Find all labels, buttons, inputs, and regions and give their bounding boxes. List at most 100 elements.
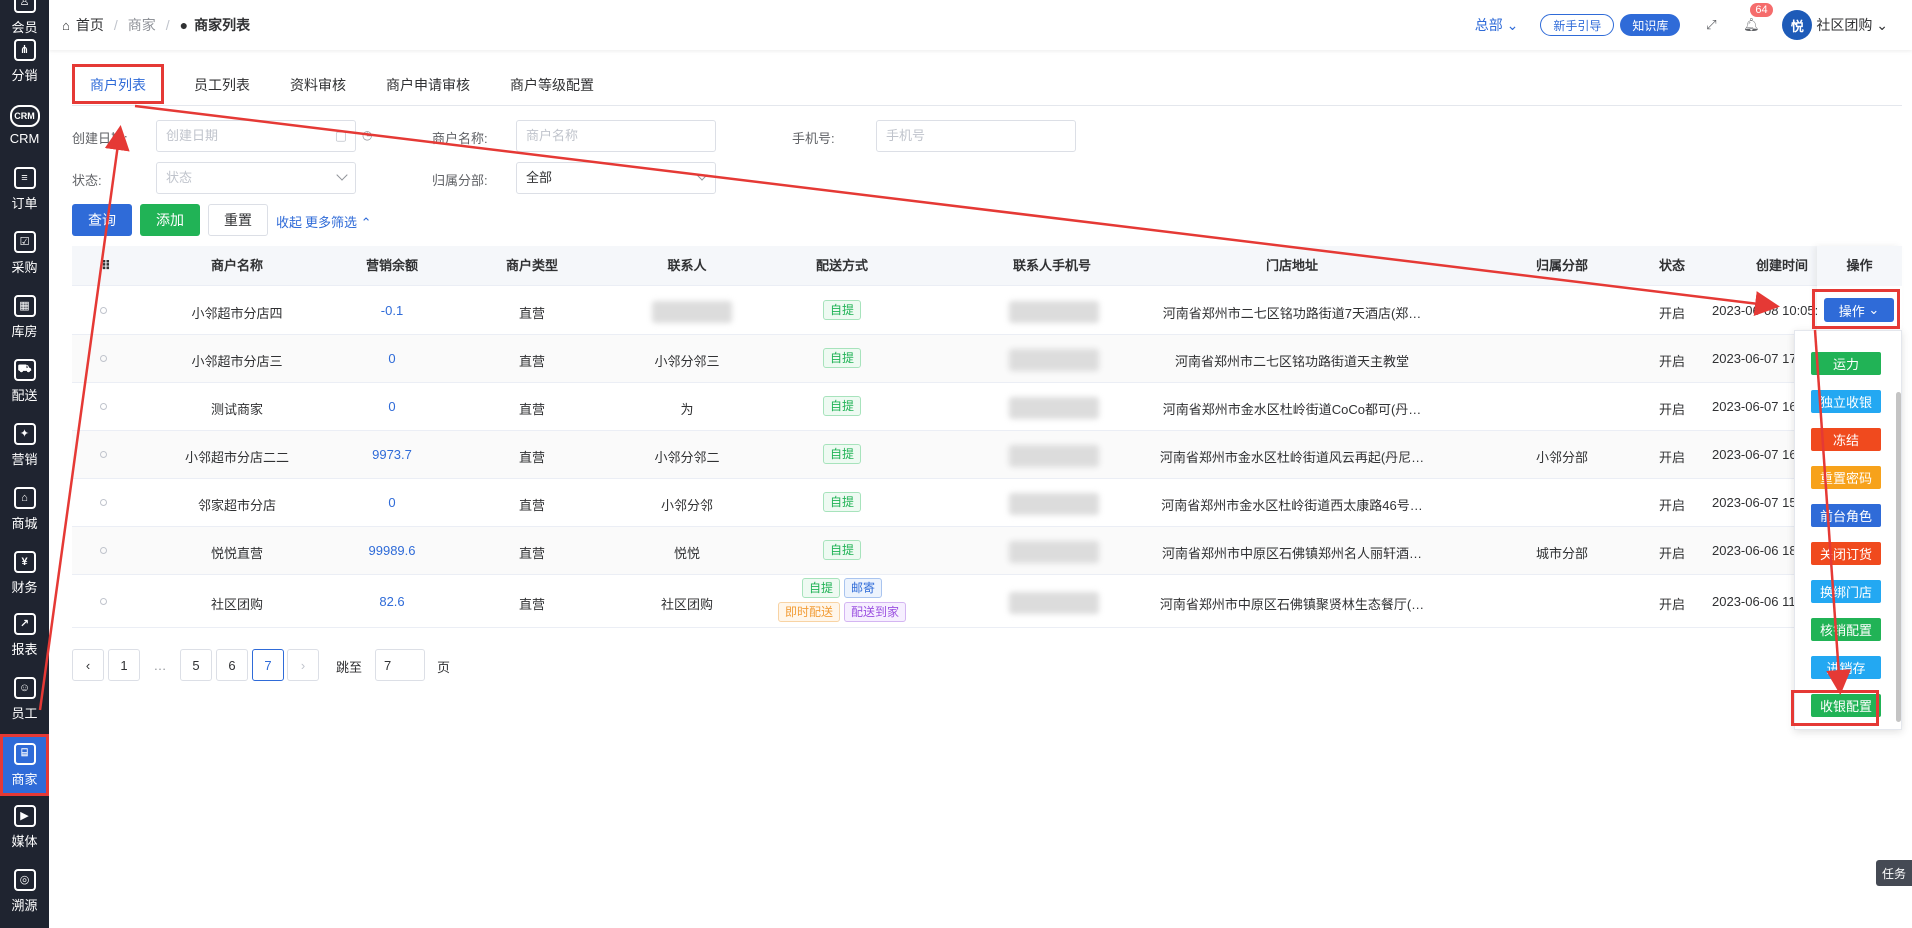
menu-scrollbar[interactable] xyxy=(1896,392,1901,722)
user-menu[interactable]: 社区团购 ⌄ xyxy=(1816,15,1888,35)
sidebar-item-7[interactable]: ✦ 营销 xyxy=(0,414,49,476)
op-menu-item-5[interactable]: 关闭订货 xyxy=(1811,542,1881,565)
tab-info-review[interactable]: 资料审核 xyxy=(270,64,366,104)
cell-type: 直营 xyxy=(518,450,545,465)
user-circle-icon: ● xyxy=(179,17,189,33)
branch-label: 归属分部: xyxy=(432,173,488,188)
reset-button[interactable]: 重置 xyxy=(208,204,268,236)
table-row[interactable]: 小邻超市分店三 0 直营 小邻分邻三 自提 河南省郑州市二七区铭功路街道天主教堂 开启 202… xyxy=(72,335,1902,383)
sidebar-item-9[interactable]: ¥ 财务 xyxy=(0,542,49,604)
cell-merchant-name: 邻家超市分店 xyxy=(197,498,276,513)
avatar[interactable]: 悦 xyxy=(1782,10,1813,40)
page-4[interactable]: 7 xyxy=(252,649,284,681)
purchase-icon: ☑ xyxy=(13,230,36,253)
sidebar-item-12[interactable]: ⌸ 商家 xyxy=(0,734,49,796)
breadcrumb-home[interactable]: 首页 xyxy=(76,15,104,35)
hq-dropdown[interactable]: 总部 ⌄ xyxy=(1475,15,1519,35)
row-radio[interactable] xyxy=(100,307,107,314)
table-row[interactable]: 小邻超市分店四 -0.1 直营 自提 河南省郑州市二七区铭功路街道7天酒店(郑… 开启 20… xyxy=(72,287,1902,335)
op-menu-item-6[interactable]: 换绑门店 xyxy=(1811,580,1881,603)
home-icon[interactable]: ⌂ xyxy=(62,18,70,33)
blurred-phone xyxy=(1009,541,1099,563)
bell-icon[interactable]: 🔔︎ 64 xyxy=(1742,3,1773,34)
sidebar-item-3[interactable]: ≡ 订单 xyxy=(0,158,49,220)
calendar-icon: ▢ xyxy=(334,128,347,143)
status-select[interactable]: 状态 xyxy=(156,162,356,194)
table-row[interactable]: 悦悦直营 99989.6 直营 悦悦 自提 河南省郑州市中原区石佛镇郑州名人丽轩酒… 城市分… xyxy=(72,527,1902,575)
cell-balance[interactable]: -0.1 xyxy=(327,303,457,318)
phone-input[interactable]: 手机号 xyxy=(876,120,1076,152)
op-menu-item-7[interactable]: 核销配置 xyxy=(1811,618,1881,641)
sidebar-item-8[interactable]: ⌂ 商城 xyxy=(0,478,49,540)
cell-balance[interactable]: 0 xyxy=(327,351,457,366)
cell-balance[interactable]: 0 xyxy=(327,495,457,510)
sidebar-item-5[interactable]: ▦ 库房 xyxy=(0,286,49,348)
breadcrumb-merchant[interactable]: 商家 xyxy=(128,15,156,35)
cell-status: 开启 xyxy=(1658,402,1685,417)
row-radio[interactable] xyxy=(100,499,107,506)
merchant-name-input[interactable]: 商户名称 xyxy=(516,120,716,152)
op-menu-item-4[interactable]: 前台角色 xyxy=(1811,504,1881,527)
th-branch: 归属分部 xyxy=(1535,258,1588,273)
op-menu-item-8[interactable]: 进销存 xyxy=(1811,656,1881,679)
sidebar-item-4[interactable]: ☑ 采购 xyxy=(0,222,49,284)
cell-balance[interactable]: 0 xyxy=(327,399,457,414)
row-radio[interactable] xyxy=(100,547,107,554)
prev-page-button[interactable]: ‹ xyxy=(72,649,104,681)
task-button[interactable]: 任务 xyxy=(1876,860,1912,886)
sidebar-item-10[interactable]: ↗ 报表 xyxy=(0,604,49,666)
table-row[interactable]: 社区团购 82.6 直营 社区团购 自提 邮寄即时配送 配送到家 河南省郑州市中原区石佛镇聚贤… xyxy=(72,575,1902,628)
row-radio[interactable] xyxy=(100,355,107,362)
sidebar-item-label: 商家 xyxy=(11,771,38,787)
sidebar-item-2[interactable]: CRM CRM xyxy=(0,94,49,156)
fullscreen-icon[interactable]: ⤢ xyxy=(1702,16,1720,34)
crm-icon: CRM xyxy=(9,104,40,127)
tab-merchant-list[interactable]: 商户列表 xyxy=(72,64,164,104)
table-header: ⠿ 商户名称 营销余额 商户类型 联系人 配送方式 联系人手机号 门店地址 归属… xyxy=(72,246,1902,286)
cell-balance[interactable]: 82.6 xyxy=(327,594,457,609)
cell-balance[interactable]: 99989.6 xyxy=(327,543,457,558)
operation-menu: 运力 独立收银 冻结 重置密码 前台角色 关闭订货 换绑门店 核销配置 进销存 收银配置 xyxy=(1794,330,1902,730)
sidebar-item-13[interactable]: ▶ 媒体 xyxy=(0,796,49,858)
cell-balance[interactable]: 9973.7 xyxy=(327,447,457,462)
sidebar-item-14[interactable]: ◎ 溯源 xyxy=(0,860,49,922)
guide-button[interactable]: 新手引导 xyxy=(1540,14,1615,36)
breadcrumb: ⌂ 首页 / 商家 / ● 商家列表 xyxy=(62,15,251,35)
jump-label: 跳至 xyxy=(336,660,363,675)
tab-application-review[interactable]: 商户申请审核 xyxy=(366,64,490,104)
next-page-button[interactable]: › xyxy=(287,649,319,681)
op-menu-item-3[interactable]: 重置密码 xyxy=(1811,466,1881,489)
annotation-box-operation xyxy=(1812,289,1900,329)
row-radio[interactable] xyxy=(100,597,107,605)
sidebar-item-6[interactable]: ⛟ 配送 xyxy=(0,350,49,412)
page-3[interactable]: 6 xyxy=(216,649,248,681)
add-button[interactable]: 添加 xyxy=(140,204,200,236)
page-2[interactable]: 5 xyxy=(180,649,212,681)
sidebar-item-11[interactable]: ☺ 员工 xyxy=(0,668,49,730)
cell-merchant-name: 测试商家 xyxy=(210,402,263,417)
query-button[interactable]: 查询 xyxy=(72,204,132,236)
th-address: 门店地址 xyxy=(1265,258,1318,273)
date-input[interactable]: 创建日期 ▢ xyxy=(156,120,356,152)
table-row[interactable]: 测试商家 0 直营为自提 河南省郑州市金水区杜岭街道CoCo都可(丹… 开启 2023-0… xyxy=(72,383,1902,431)
branch-select[interactable]: 全部 xyxy=(516,162,716,194)
op-menu-item-0[interactable]: 运力 xyxy=(1811,352,1881,375)
table-row[interactable]: 邻家超市分店 0 直营 小邻分邻 自提 河南省郑州市金水区杜岭街道西太康路46号… 开启 20… xyxy=(72,479,1902,527)
row-radio[interactable] xyxy=(100,403,107,410)
op-menu-item-1[interactable]: 独立收银 xyxy=(1811,390,1881,413)
sidebar-item-label: 商城 xyxy=(11,515,38,531)
knowledge-base-button[interactable]: 知识库 xyxy=(1620,14,1681,36)
clock-icon[interactable]: ◷ xyxy=(362,128,372,142)
page-0[interactable]: 1 xyxy=(108,649,140,681)
tab-staff-list[interactable]: 员工列表 xyxy=(174,64,270,104)
op-menu-item-2[interactable]: 冻结 xyxy=(1811,428,1881,451)
tab-level-config[interactable]: 商户等级配置 xyxy=(490,64,614,104)
sidebar-item-1[interactable]: ⋔ 分销 xyxy=(0,30,49,92)
collapse-link[interactable]: 收起 xyxy=(276,212,302,231)
column-settings-icon[interactable]: ⠿ xyxy=(96,246,116,286)
jump-input[interactable]: 7 xyxy=(375,649,425,681)
table-row[interactable]: 小邻超市分店二二 9973.7 直营 小邻分邻二 自提 河南省郑州市金水区杜岭街道风云再起… xyxy=(72,431,1902,479)
more-filters-link[interactable]: 更多筛选 ⌃ xyxy=(305,212,372,231)
th-status: 状态 xyxy=(1658,258,1685,273)
row-radio[interactable] xyxy=(100,451,107,458)
